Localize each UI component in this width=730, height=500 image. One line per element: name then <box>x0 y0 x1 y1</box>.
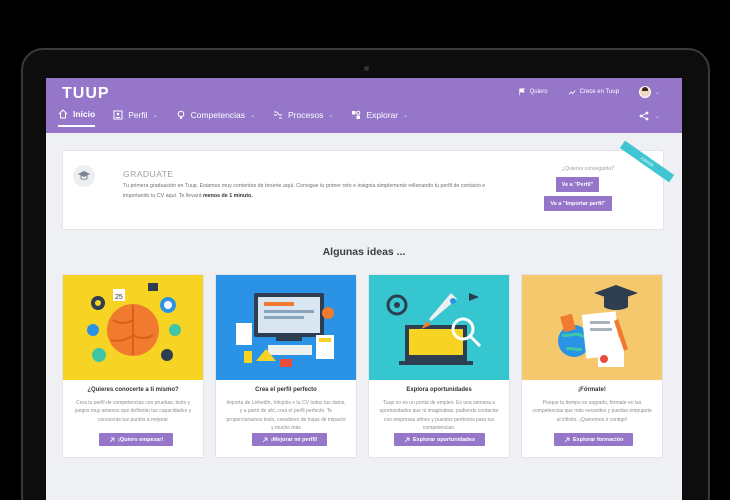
graduate-question: ¿Quieres conseguirla? <box>561 166 615 172</box>
explore-training-button[interactable]: Explorar formación <box>554 433 634 446</box>
nav-label: Inicio <box>73 109 96 119</box>
top-link-label: Quiero <box>529 89 548 95</box>
nav-item-perfil[interactable]: Perfil ⌄ <box>113 109 158 127</box>
top-link-label: Crece en Tuup <box>579 89 619 95</box>
improve-profile-button[interactable]: ¡Mejorar mi perfil! <box>252 433 328 446</box>
trend-icon <box>568 90 576 95</box>
graduate-text: Tu primera graduación en Tuup. Estamos m… <box>123 182 513 201</box>
home-icon <box>58 109 68 119</box>
graduation-illustration <box>522 275 662 380</box>
top-header: TUUP Quiero Crece en Tuup ⌄ Inicio Perfi… <box>46 78 682 133</box>
nav-item-procesos[interactable]: Procesos ⌄ <box>273 109 333 127</box>
top-links: Quiero Crece en Tuup ⌄ <box>518 86 660 98</box>
ideas-heading: Algunas ideas ... <box>322 246 406 258</box>
card-title: Crea el perfil perfecto <box>255 387 317 393</box>
idea-card-know-yourself: 25 ¿Quieres conocerte a ti mismo? Crea t… <box>62 274 204 458</box>
graduate-panel: GRADUATE Tu primera graduación en Tuup. … <box>62 140 675 230</box>
camera-dot <box>364 66 369 71</box>
top-link-quiero[interactable]: Quiero <box>518 88 548 96</box>
idea-card-opportunities: Explora oportunidades Tuup no es un port… <box>368 274 510 458</box>
level-ribbon: JUNIOR <box>619 140 675 183</box>
top-link-crece[interactable]: Crece en Tuup <box>568 88 619 96</box>
flag-icon <box>518 88 525 96</box>
button-label: Explorar formación <box>573 436 624 443</box>
link-icon <box>404 437 410 442</box>
rocket-illustration <box>369 275 509 380</box>
chevron-down-icon: ⌄ <box>249 112 255 119</box>
card-title: ¿Quieres conocerte a ti mismo? <box>87 387 179 393</box>
nav-item-competencias[interactable]: Competencias ⌄ <box>176 109 255 127</box>
process-icon <box>273 111 282 119</box>
nav-item-inicio[interactable]: Inicio <box>58 109 96 127</box>
idea-card-training: ¡Fórmate! Porque tu tiempo es sagrado, f… <box>521 274 663 458</box>
explore-opportunities-button[interactable]: Explorar oportunidades <box>394 433 486 446</box>
explore-icon <box>352 110 361 119</box>
card-title: Explora oportunidades <box>406 387 472 393</box>
share-icon <box>639 111 649 121</box>
link-icon <box>262 437 268 442</box>
button-label: ¡Quiero empezar! <box>118 436 164 443</box>
share-menu[interactable]: ⌄ <box>639 111 660 121</box>
nav-item-explorar[interactable]: Explorar ⌄ <box>351 109 408 127</box>
link-icon <box>564 437 570 442</box>
logo[interactable]: TUUP <box>62 85 110 103</box>
graduation-cap-icon <box>73 165 95 187</box>
workspace-illustration <box>216 275 356 380</box>
chevron-down-icon: ⌄ <box>654 89 660 96</box>
graduate-title: GRADUATE <box>123 169 174 179</box>
bulb-icon <box>177 110 184 119</box>
nav-label: Competencias <box>190 110 245 120</box>
svg-text:25: 25 <box>115 294 123 301</box>
card-text: Crea tu perfil de competencias con prueb… <box>74 400 192 423</box>
chevron-down-icon: ⌄ <box>403 112 409 119</box>
nav-label: Procesos <box>287 110 324 120</box>
nav-label: Perfil <box>128 110 148 120</box>
link-icon <box>109 437 115 442</box>
card-text: Porque tu tiempo es sagrado, fórmate en … <box>532 400 652 423</box>
button-label: ¡Mejorar mi perfil! <box>271 436 318 443</box>
app-screen: TUUP Quiero Crece en Tuup ⌄ Inicio Perfi… <box>46 78 682 500</box>
chevron-down-icon: ⌄ <box>328 112 334 119</box>
nav-label: Explorar <box>366 110 399 120</box>
idea-card-perfect-profile: Crea el perfil perfecto Importa de Linke… <box>215 274 357 458</box>
card-text: Importa de LinkedIn, Infojobs o tu CV to… <box>226 400 346 432</box>
main-nav: Inicio Perfil ⌄ Competencias ⌄ Procesos … <box>58 109 408 127</box>
card-title: ¡Fórmate! <box>578 387 606 393</box>
go-to-profile-button[interactable]: Ve a "Perfil" <box>556 177 599 192</box>
start-button[interactable]: ¡Quiero empezar! <box>99 433 174 446</box>
chevron-down-icon: ⌄ <box>654 113 660 120</box>
chevron-down-icon: ⌄ <box>152 112 158 119</box>
button-label: Explorar oportunidades <box>413 436 476 443</box>
card-text: Tuup no es un portal de empleo. Es una s… <box>379 400 499 432</box>
go-to-import-button[interactable]: Ve a "Importar perfil" <box>544 196 612 211</box>
profile-icon <box>113 110 123 120</box>
graduate-text-body: Tu primera graduación en Tuup. Estamos m… <box>123 183 486 199</box>
graduate-text-bold: menos de 1 minuto. <box>203 192 253 199</box>
user-menu[interactable]: ⌄ <box>638 86 660 98</box>
avatar <box>638 86 651 98</box>
brain-illustration: 25 <box>63 275 203 380</box>
